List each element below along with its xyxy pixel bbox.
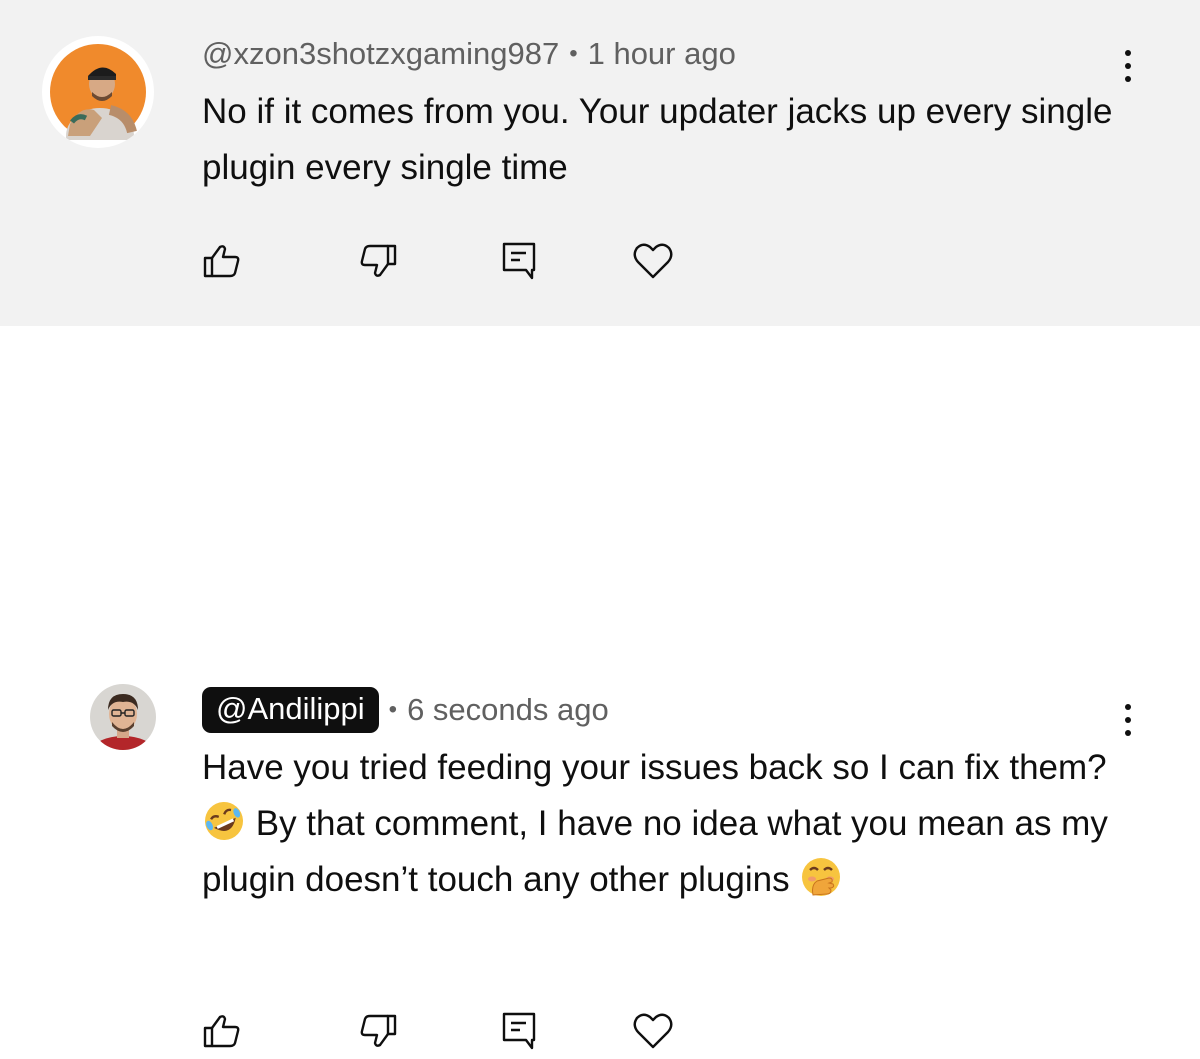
more-options-button[interactable] xyxy=(1110,698,1146,742)
dislike-button[interactable] xyxy=(355,238,401,284)
avatar-image xyxy=(90,684,156,750)
avatar[interactable] xyxy=(42,36,154,148)
separator: • xyxy=(388,696,398,723)
comment-time[interactable]: 6 seconds ago xyxy=(407,692,609,728)
thumbs-down-icon xyxy=(360,1014,397,1047)
thumbs-up-icon xyxy=(203,245,240,278)
more-vertical-icon xyxy=(1125,704,1131,710)
comment-text-part: By that comment, I have no idea what you… xyxy=(202,804,1108,899)
heart-icon xyxy=(633,243,673,279)
like-button[interactable] xyxy=(199,1008,245,1054)
comment-author[interactable]: @xzon3shotzxgaming987 xyxy=(202,36,559,72)
comment-item: @Andilippi • 6 seconds ago Have you trie… xyxy=(0,326,1200,1050)
thumbs-down-icon xyxy=(360,244,397,277)
avatar-image xyxy=(50,44,146,140)
reply-button[interactable] xyxy=(496,1008,542,1054)
comment-text: No if it comes from you. Your updater ja… xyxy=(202,92,1113,187)
thumbs-up-icon xyxy=(203,1015,240,1048)
comment-icon xyxy=(502,242,536,280)
comment-actions xyxy=(0,1008,1200,1052)
rolling-on-floor-laughing-emoji xyxy=(205,802,243,840)
hand-over-mouth-emoji xyxy=(802,858,841,896)
dislike-button[interactable] xyxy=(355,1008,401,1054)
comment-meta: @Andilippi • 6 seconds ago xyxy=(202,687,609,733)
more-vertical-icon xyxy=(1125,50,1131,56)
separator: • xyxy=(569,40,578,67)
comment-icon xyxy=(502,1012,536,1050)
like-button[interactable] xyxy=(199,238,245,284)
heart-button[interactable] xyxy=(630,238,676,284)
comment-actions xyxy=(0,238,1200,282)
avatar[interactable] xyxy=(90,684,156,750)
comment-time[interactable]: 1 hour ago xyxy=(588,36,736,72)
heart-button[interactable] xyxy=(630,1008,676,1054)
comment-text-part: Have you tried feeding your issues back … xyxy=(202,748,1107,787)
comment-text: Have you tried feeding your issues back … xyxy=(202,740,1142,908)
comment-meta: @xzon3shotzxgaming987 • 1 hour ago xyxy=(202,36,736,72)
comment-item: @xzon3shotzxgaming987 • 1 hour ago No if… xyxy=(0,0,1200,326)
reply-button[interactable] xyxy=(496,238,542,284)
comment-author[interactable]: @Andilippi xyxy=(202,687,379,733)
more-options-button[interactable] xyxy=(1110,44,1146,88)
heart-icon xyxy=(633,1013,673,1049)
